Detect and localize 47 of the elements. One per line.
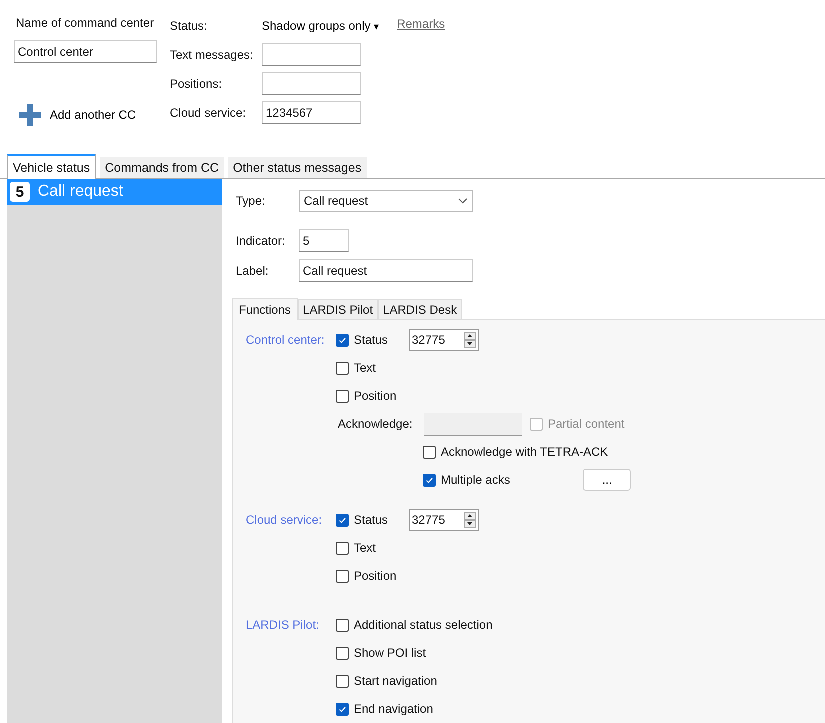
indicator-label: Indicator: (236, 234, 286, 248)
tab[interactable]: Functions (232, 298, 298, 320)
checkbox[interactable]: Status (336, 513, 404, 527)
tab[interactable]: Other status messages (228, 157, 367, 178)
number-spinner[interactable]: 32775 (409, 329, 479, 351)
tab[interactable]: Vehicle status (7, 154, 96, 179)
field-label: Text messages: (170, 48, 254, 62)
name-field[interactable]: Control center (14, 40, 157, 63)
field-label: Cloud service: (170, 106, 248, 120)
checkbox[interactable]: Text (336, 361, 404, 375)
tab[interactable]: Commands from CC (100, 157, 224, 178)
indicator-field[interactable]: 5 (299, 229, 349, 252)
acknowledge-field[interactable] (424, 412, 522, 436)
number-spinner[interactable]: 32775 (409, 509, 479, 531)
status-label: Status: (170, 18, 208, 32)
add-cc-button[interactable]: Add another CC (18, 103, 136, 127)
checkbox[interactable]: Position (336, 389, 404, 403)
section-label: Control center: (246, 332, 326, 349)
label-field[interactable]: Call request (299, 259, 473, 282)
input-field[interactable]: 1234567 (262, 101, 361, 124)
input-field[interactable] (262, 43, 361, 66)
checkbox[interactable]: Show POI list (336, 646, 426, 660)
checkbox[interactable]: End navigation (336, 702, 434, 716)
tab[interactable]: LARDIS Pilot (298, 299, 378, 319)
status-dropdown[interactable]: Shadow groups only ▾ (262, 18, 380, 32)
checkbox[interactable]: Multiple acks (423, 473, 510, 487)
checkbox[interactable]: Additional status selection (336, 618, 493, 632)
label-label: Label: (236, 264, 270, 278)
type-label: Type: (236, 194, 266, 208)
type-dropdown[interactable]: Call request (299, 190, 473, 212)
section-label: LARDIS Pilot: (246, 617, 320, 634)
plus-icon (18, 103, 42, 127)
tab[interactable]: LARDIS Desk (378, 299, 462, 319)
name-label: Name of command center (16, 16, 156, 30)
acknowledge-label: Acknowledge: (338, 417, 414, 431)
remarks-link[interactable]: Remarks (397, 16, 446, 30)
input-field[interactable] (262, 72, 361, 95)
checkbox[interactable]: Acknowledge with TETRA-ACK (423, 445, 608, 459)
checkbox[interactable]: Start navigation (336, 674, 438, 688)
more-button[interactable]: ... (583, 469, 632, 491)
checkbox[interactable]: Text (336, 541, 404, 555)
section-label: Cloud service: (246, 512, 324, 529)
field-label: Positions: (170, 76, 224, 90)
chevron-down-icon (458, 198, 468, 204)
checkbox[interactable]: Status (336, 333, 404, 347)
status-list-item[interactable]: 5 Call request (7, 179, 222, 205)
checkbox[interactable]: Position (336, 569, 404, 583)
